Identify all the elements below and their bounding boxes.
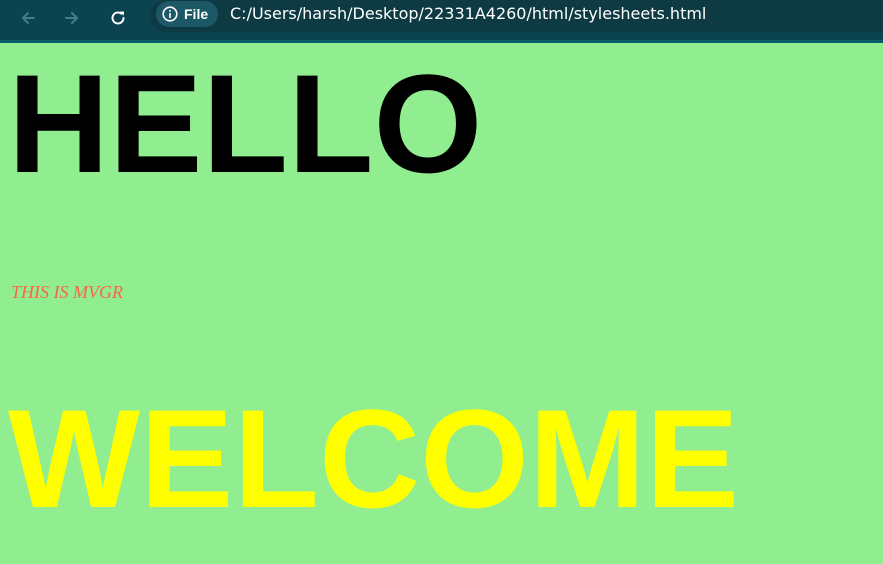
hello-heading: HELLO: [8, 45, 483, 202]
browser-toolbar: File C:/Users/harsh/Desktop/22331A4260/h…: [0, 0, 883, 43]
url-text[interactable]: C:/Users/harsh/Desktop/22331A4260/html/s…: [230, 4, 706, 23]
site-info-label: File: [184, 6, 209, 22]
welcome-heading: WELCOME: [8, 380, 740, 537]
site-info-chip[interactable]: File: [156, 1, 219, 27]
back-button[interactable]: [14, 4, 42, 32]
arrow-right-icon: [65, 12, 78, 24]
info-icon: [162, 6, 178, 22]
reload-button[interactable]: [104, 4, 132, 32]
reload-icon: [111, 11, 125, 25]
forward-button[interactable]: [58, 4, 86, 32]
arrow-left-icon: [22, 12, 35, 24]
mvgr-tagline: THIS IS MVGR: [11, 282, 123, 302]
